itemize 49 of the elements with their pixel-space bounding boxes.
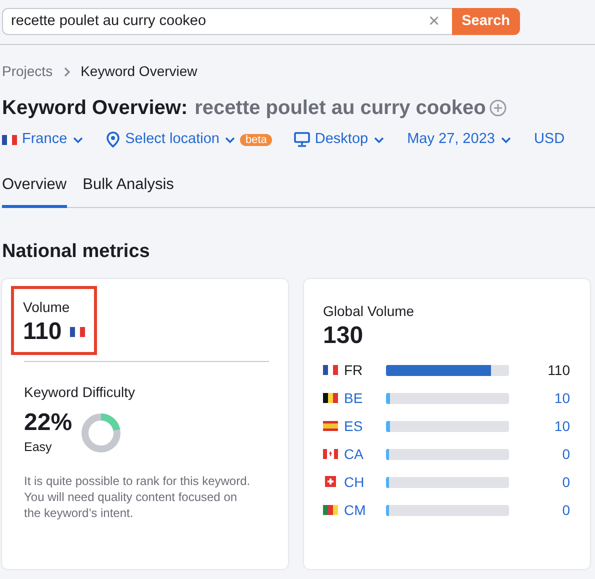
page-title: Keyword Overview: [2, 96, 188, 121]
metric-label: Volume [23, 298, 71, 316]
breadcrumb-item[interactable]: Projects [2, 61, 53, 82]
be-flag-icon [323, 392, 338, 404]
filter-dropdown[interactable]: May 27, 2023 [407, 129, 512, 151]
ca-flag-icon [323, 448, 338, 460]
country-code: FR [344, 360, 364, 380]
search-button[interactable]: Search [452, 8, 520, 35]
metric-value: 110 [23, 318, 62, 346]
country-code[interactable]: BE [344, 388, 372, 409]
filter-dropdown[interactable]: Desktop [294, 129, 386, 151]
filter-dropdown[interactable]: Select location [106, 129, 236, 151]
volume-value[interactable]: 10 [554, 388, 570, 409]
chevron-right-icon [62, 66, 71, 78]
description-text: It is quite possible to rank for this keyword. You will need quality content focused on the keyword’s intent. [24, 472, 252, 521]
section-heading: National metrics [2, 240, 151, 264]
metric-value: 22% [24, 409, 72, 438]
tab[interactable]: Bulk Analysis [82, 172, 174, 208]
cm-flag-icon [323, 504, 338, 516]
search-field[interactable]: recette poulet au curry cookeo × [2, 8, 452, 35]
country-code[interactable]: ES [344, 416, 372, 437]
difficulty-rating: Easy [24, 439, 53, 456]
filter-dropdown[interactable]: USD [534, 129, 565, 151]
volume-value[interactable]: 10 [554, 416, 570, 437]
ch-flag-icon [323, 476, 338, 488]
difficulty-donut [80, 412, 122, 454]
keyword-text: recette poulet au curry cookeo [194, 96, 486, 121]
breadcrumb-item: Keyword Overview [80, 62, 198, 81]
fr-flag-icon [323, 364, 338, 376]
volume-value[interactable]: 0 [562, 472, 570, 493]
beta-badge: beta [240, 134, 272, 146]
france-flag-icon [70, 326, 85, 338]
add-icon [488, 99, 507, 117]
tab[interactable]: Overview [2, 172, 67, 208]
metric-label: Global Volume [323, 302, 416, 320]
volume-value[interactable]: 0 [562, 500, 570, 521]
country-code[interactable]: CM [344, 500, 372, 521]
filter-dropdown[interactable]: France [2, 129, 84, 151]
es-flag-icon [323, 420, 338, 432]
volume-value[interactable]: 0 [562, 444, 570, 465]
metric-label: Keyword Difficulty [24, 383, 136, 402]
country-code[interactable]: CH [344, 472, 372, 493]
location-pin-icon [106, 131, 120, 148]
clear-button[interactable]: × [424, 12, 444, 31]
country-code[interactable]: CA [344, 444, 372, 465]
volume-value: 110 [548, 360, 570, 380]
metric-value: 130 [323, 322, 364, 350]
france-flag-icon [2, 134, 17, 146]
monitor-icon [294, 132, 310, 148]
